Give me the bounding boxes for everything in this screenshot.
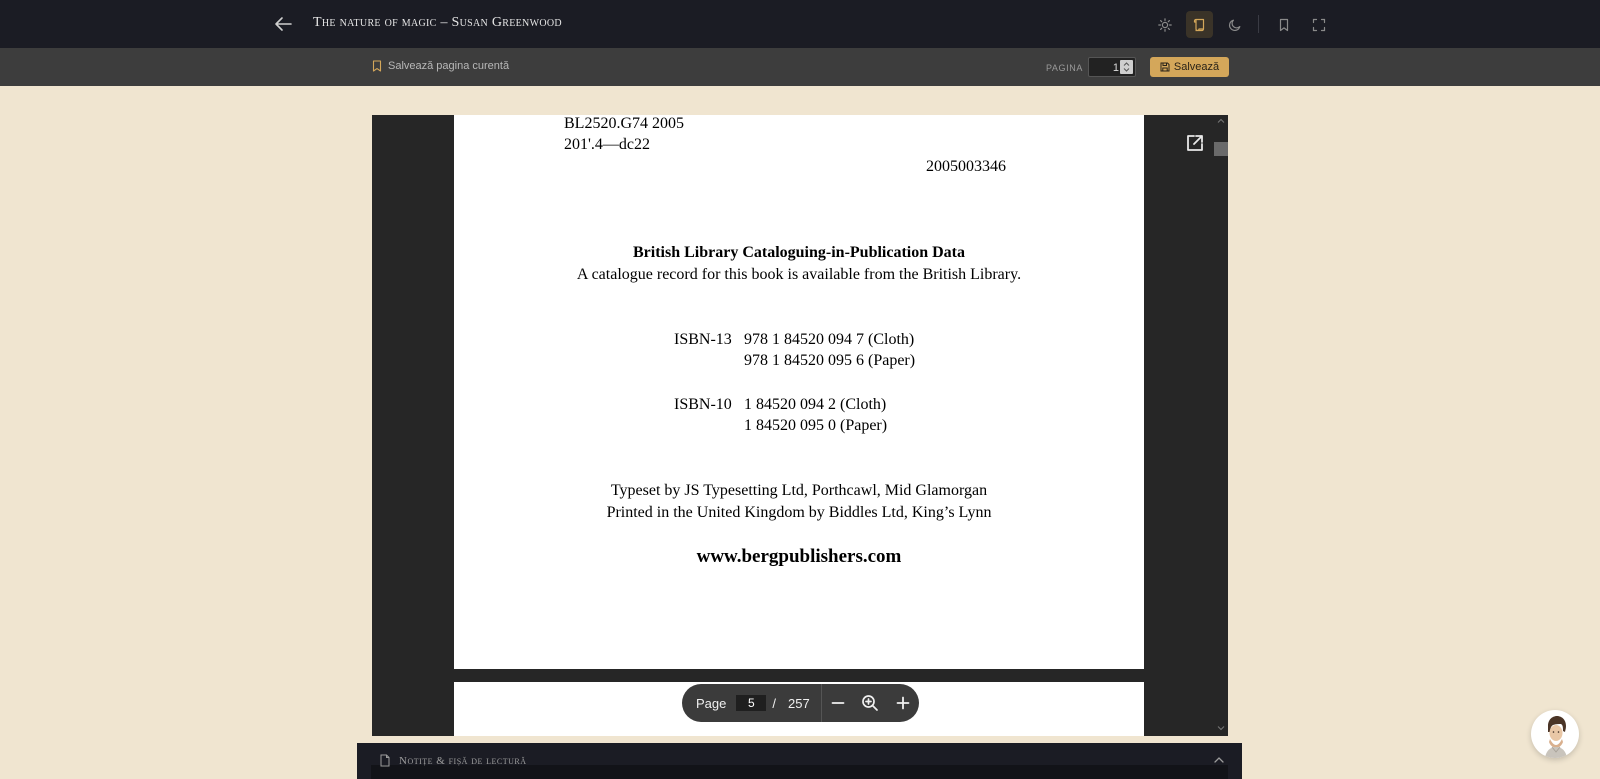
page-separator: / xyxy=(772,695,776,711)
publisher-website: www.bergpublishers.com xyxy=(696,546,902,567)
bookmark-icon xyxy=(1279,18,1288,31)
bl-cip-heading: British Library Cataloguing-in-Publicati… xyxy=(632,244,966,261)
viewer-scrollbar[interactable] xyxy=(1214,115,1228,736)
dewey-classification: 201'.4—dc22 xyxy=(564,136,650,153)
scrollbar-thumb[interactable] xyxy=(1214,142,1228,156)
total-pages: 257 xyxy=(788,695,810,711)
sun-icon xyxy=(1157,17,1172,32)
reading-toolbar: Salvează pagina curentă PAGINA Salvează xyxy=(0,48,1600,86)
sepia-mode-button[interactable] xyxy=(1186,11,1213,38)
moon-icon xyxy=(1228,19,1240,31)
scroll-up-icon[interactable] xyxy=(1217,117,1225,125)
back-button[interactable] xyxy=(272,14,294,34)
printer-credit: Printed in the United Kingdom by Biddles… xyxy=(606,504,992,521)
fullscreen-button[interactable] xyxy=(1305,11,1332,38)
dark-mode-button[interactable] xyxy=(1221,11,1248,38)
save-button[interactable]: Salvează xyxy=(1150,57,1229,77)
lc-classification: BL2520.G74 2005 xyxy=(564,115,684,132)
page-field-label: PAGINA xyxy=(1046,63,1083,73)
notes-panel-header[interactable]: Notițe & fișă de lectură xyxy=(357,743,1242,779)
notes-panel-body xyxy=(371,765,1228,779)
zoom-icon xyxy=(862,695,879,711)
pdf-viewer[interactable]: BL2520.G74 2005 201'.4—dc22 2005003346 B… xyxy=(372,115,1228,736)
light-mode-button[interactable] xyxy=(1151,11,1178,38)
isbn13-cloth: 978 1 84520 094 7 (Cloth) xyxy=(744,331,915,348)
isbn10-label: ISBN-10 xyxy=(674,396,732,413)
document-icon xyxy=(380,754,390,767)
fullscreen-icon xyxy=(1312,18,1325,31)
isbn10-cloth: 1 84520 094 2 (Cloth) xyxy=(744,396,887,413)
open-external-icon xyxy=(1187,135,1203,151)
page-label: Page xyxy=(696,695,727,711)
notes-panel-toggle[interactable]: Notițe & fișă de lectură xyxy=(379,754,527,767)
isbn10-paper: 1 84520 095 0 (Paper) xyxy=(744,417,888,434)
toolbar-divider xyxy=(1258,15,1259,33)
scroll-icon xyxy=(1193,18,1204,31)
save-button-label: Salvează xyxy=(1173,61,1220,73)
bl-cip-text: A catalogue record for this book is avai… xyxy=(576,266,1022,283)
stepper-arrows-icon xyxy=(1123,62,1130,72)
zoom-button[interactable] xyxy=(854,684,886,722)
save-icon xyxy=(1160,62,1170,72)
notes-panel-title: Notițe & fișă de lectură xyxy=(399,754,527,767)
lccn-number: 2005003346 xyxy=(926,158,1006,175)
isbn13-label: ISBN-13 xyxy=(674,331,732,348)
pdf-page: BL2520.G74 2005 201'.4—dc22 2005003346 B… xyxy=(454,115,1144,669)
chevron-up-icon[interactable] xyxy=(1213,755,1225,765)
current-page-input[interactable] xyxy=(736,695,767,711)
assistant-avatar-button[interactable] xyxy=(1531,710,1579,758)
book-title: The nature of magic – Susan Greenwood xyxy=(313,15,562,30)
bookmark-icon xyxy=(372,60,382,72)
bookmark-button[interactable] xyxy=(1270,11,1297,38)
isbn13-paper: 978 1 84520 095 6 (Paper) xyxy=(744,352,916,369)
typeset-credit: Typeset by JS Typesetting Ltd, Porthcawl… xyxy=(610,482,988,499)
top-bar: The nature of magic – Susan Greenwood xyxy=(0,0,1600,48)
page-number-input[interactable] xyxy=(1089,59,1119,77)
pdf-pager-toolbar: Page / 257 xyxy=(682,684,919,722)
plus-icon xyxy=(896,696,910,710)
avatar-portrait-icon xyxy=(1545,716,1567,758)
page-number-field xyxy=(1088,57,1136,77)
minus-icon xyxy=(831,702,845,704)
save-current-page-label: Salvează pagina curentă xyxy=(388,60,510,72)
page-number-stepper[interactable] xyxy=(1120,60,1133,74)
zoom-out-button[interactable] xyxy=(822,684,854,722)
open-external-button[interactable] xyxy=(1185,133,1205,153)
zoom-in-button[interactable] xyxy=(887,684,919,722)
arrow-left-icon xyxy=(275,17,292,31)
save-current-page-link[interactable]: Salvează pagina curentă xyxy=(372,60,509,72)
scroll-down-icon[interactable] xyxy=(1217,724,1225,732)
